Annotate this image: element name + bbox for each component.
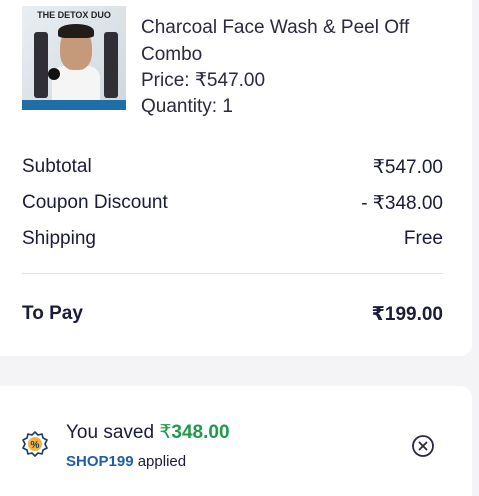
product-image-footer-strip — [22, 100, 126, 110]
shipping-label: Shipping — [22, 228, 96, 249]
savings-prefix: You saved — [66, 422, 160, 443]
product-price: Price: ₹547.00 — [141, 70, 266, 91]
coupon-discount-value: - ₹348.00 — [361, 193, 443, 214]
to-pay-label: To Pay — [22, 303, 83, 324]
bottle-left-graphic — [34, 32, 48, 98]
product-image-banner-text: THE DETOX DUO — [37, 10, 111, 20]
coupon-code: SHOP199 — [66, 453, 134, 470]
coupon-discount-label: Coupon Discount — [22, 192, 168, 213]
order-summary-card: THE DETOX DUO Charcoal Face Wash & Peel … — [0, 0, 472, 356]
bottle-right-graphic — [104, 32, 118, 98]
subtotal-value: ₹547.00 — [372, 157, 443, 178]
model-hair-graphic — [58, 24, 94, 38]
to-pay-value: ₹199.00 — [371, 304, 443, 325]
savings-message: You saved ₹348.00 — [66, 421, 230, 444]
coupon-applied-line: SHOP199 applied — [66, 453, 186, 470]
product-thumbnail[interactable]: THE DETOX DUO — [22, 6, 126, 110]
shipping-row: Shipping Free — [22, 228, 443, 250]
savings-amount: 348.00 — [171, 422, 230, 443]
coupon-applied-text: applied — [133, 453, 187, 470]
subtotal-row: Subtotal ₹547.00 — [22, 156, 443, 179]
savings-currency: ₹ — [159, 422, 172, 443]
to-pay-row: To Pay ₹199.00 — [22, 303, 443, 326]
coupon-discount-row: Coupon Discount - ₹348.00 — [22, 192, 443, 215]
charcoal-drop-graphic — [48, 68, 60, 80]
summary-divider — [22, 273, 443, 274]
remove-coupon-button[interactable] — [411, 434, 435, 458]
coupon-badge-icon: % — [22, 431, 48, 457]
product-quantity: Quantity: 1 — [141, 96, 233, 117]
shipping-value: Free — [403, 228, 443, 249]
subtotal-label: Subtotal — [22, 156, 92, 177]
product-name[interactable]: Charcoal Face Wash & Peel Off Combo — [141, 14, 441, 68]
svg-text:%: % — [31, 440, 40, 451]
